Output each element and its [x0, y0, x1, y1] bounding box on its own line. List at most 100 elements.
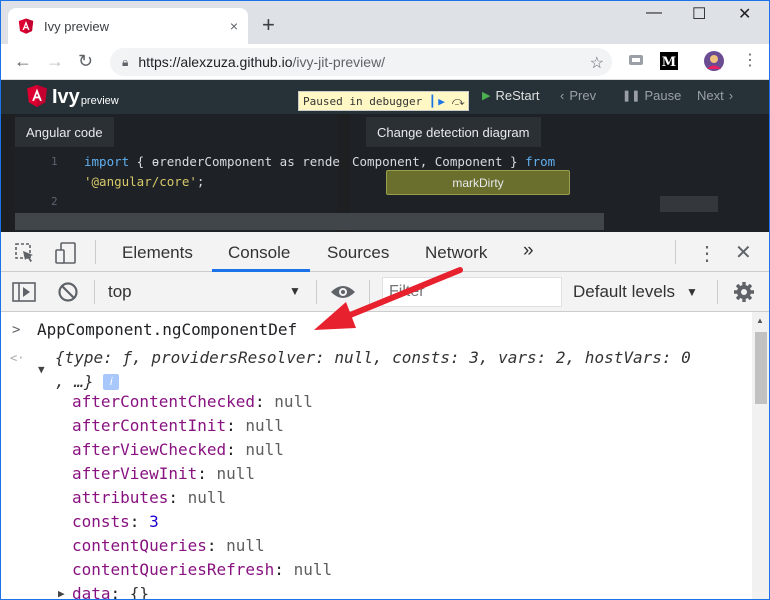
- new-tab-button[interactable]: +: [262, 14, 275, 36]
- tab-elements[interactable]: Elements: [122, 243, 193, 263]
- divider: [717, 280, 718, 304]
- object-property[interactable]: consts: 3: [72, 510, 159, 534]
- result-return-icon: <·: [10, 351, 25, 365]
- live-expression-eye-icon[interactable]: [330, 284, 356, 300]
- object-property[interactable]: data: {}: [72, 582, 149, 600]
- diagram-scrollbar[interactable]: [660, 196, 718, 212]
- clear-console-icon[interactable]: [57, 281, 79, 303]
- pause-button[interactable]: ❚❚ Pause: [622, 88, 681, 103]
- bookmark-star-icon[interactable]: ☆: [590, 53, 604, 73]
- app-header: Ivy preview Paused in debugger ▎▶ ⤼ ▶ Re…: [0, 80, 770, 114]
- divider: [94, 280, 95, 304]
- code-line-1-wrap: '@angular/core';: [84, 174, 205, 189]
- divider: [675, 240, 676, 264]
- change-detection-title: Change detection diagram: [377, 124, 530, 140]
- object-property[interactable]: contentQueriesRefresh: null: [72, 558, 332, 582]
- object-property[interactable]: afterContentChecked: null: [72, 390, 313, 414]
- line-number: 1: [51, 155, 58, 168]
- line-number: 2: [51, 195, 58, 208]
- back-arrow-icon[interactable]: ←: [14, 52, 32, 70]
- divider: [369, 280, 370, 304]
- play-icon: ▶: [482, 90, 491, 102]
- change-detection-tab[interactable]: Change detection diagram: [366, 117, 541, 147]
- profile-avatar[interactable]: [704, 51, 724, 71]
- context-selector[interactable]: top: [108, 282, 132, 302]
- tab-console[interactable]: Console: [228, 243, 290, 263]
- browser-toolbar: ← → ↻ 🔒︎ https://alexzuza.github.io/ivy-…: [0, 44, 770, 80]
- prev-label: Prev: [569, 88, 597, 103]
- console-output[interactable]: > AppComponent.ngComponentDef <· ▼ {type…: [0, 312, 752, 600]
- chrome-menu-icon[interactable]: ⋮: [742, 52, 758, 70]
- pause-label: Pause: [644, 88, 682, 103]
- logo-text: Ivy: [52, 86, 80, 108]
- code-line-1-continued: Component, Component } from: [352, 154, 556, 169]
- console-settings-gear-icon[interactable]: [733, 281, 755, 303]
- cast-icon[interactable]: [628, 54, 644, 68]
- info-badge-icon[interactable]: i: [103, 374, 120, 390]
- reload-icon[interactable]: ↻: [78, 52, 93, 70]
- next-button[interactable]: Next ›: [697, 88, 733, 103]
- scroll-up-arrow-icon[interactable]: ▲: [756, 316, 764, 325]
- object-property[interactable]: afterViewInit: null: [72, 462, 255, 486]
- divider: [316, 280, 317, 304]
- pause-icon: ❚❚: [622, 90, 641, 102]
- tab-network[interactable]: Network: [425, 243, 487, 263]
- browser-tab-strip: Ivy preview × + — ☐ ✕: [0, 0, 770, 44]
- inspect-element-icon[interactable]: [14, 242, 36, 264]
- maximize-icon[interactable]: ☐: [692, 4, 706, 24]
- devtools-menu-icon[interactable]: ⋮: [697, 241, 717, 266]
- angular-code-tab[interactable]: Angular code: [15, 117, 114, 147]
- chevron-left-icon: ‹: [560, 88, 565, 103]
- chevron-right-icon: ›: [728, 88, 734, 103]
- context-dropdown-icon[interactable]: ▼: [289, 284, 301, 298]
- tab-title: Ivy preview: [44, 18, 110, 34]
- resume-icon[interactable]: ▎▶: [428, 92, 448, 110]
- ivy-logo: Ivy preview: [26, 84, 119, 108]
- expand-triangle-icon[interactable]: ▼: [38, 358, 45, 382]
- prev-button[interactable]: ‹ Prev: [560, 88, 596, 103]
- address-bar[interactable]: 🔒︎ https://alexzuza.github.io/ivy-jit-pr…: [110, 48, 612, 76]
- divider: [95, 240, 96, 264]
- angular-code-title: Angular code: [26, 124, 103, 140]
- devtools-tabbar: Elements Console Sources Network » ⋮ ✕: [0, 232, 770, 272]
- svg-text:M: M: [662, 55, 676, 70]
- browser-tab[interactable]: Ivy preview ×: [8, 8, 248, 44]
- close-window-icon[interactable]: ✕: [738, 4, 751, 24]
- object-property[interactable]: attributes: null: [72, 486, 226, 510]
- angular-logo-icon: [27, 85, 47, 107]
- url-text: https://alexzuza.github.io/ivy-jit-previ…: [138, 54, 386, 70]
- logo-subtext: preview: [80, 95, 119, 107]
- console-input-line[interactable]: AppComponent.ngComponentDef: [37, 318, 297, 342]
- step-over-icon[interactable]: ⤼: [448, 92, 468, 110]
- console-toolbar: top ▼ Default levels ▼: [0, 272, 770, 312]
- lock-icon: 🔒︎: [122, 54, 129, 69]
- diagram-node-markdirty[interactable]: markDirty: [386, 170, 570, 195]
- console-filter-input[interactable]: [382, 277, 562, 307]
- medium-extension-icon[interactable]: M: [660, 52, 678, 70]
- restart-label: ReStart: [495, 88, 540, 103]
- show-sidebar-icon[interactable]: [12, 282, 36, 302]
- more-tabs-icon[interactable]: »: [523, 240, 534, 262]
- forward-arrow-icon[interactable]: →: [46, 52, 64, 70]
- code-line-1: import { ɵrenderComponent as rende: [84, 154, 340, 169]
- input-prompt-icon: >: [12, 322, 21, 338]
- tab-sources[interactable]: Sources: [327, 243, 389, 263]
- log-levels-dropdown[interactable]: Default levels: [573, 282, 675, 302]
- horizontal-scrollbar[interactable]: [15, 213, 604, 230]
- console-vertical-scrollbar[interactable]: ▲: [752, 312, 770, 600]
- ivy-preview-app: Ivy preview Paused in debugger ▎▶ ⤼ ▶ Re…: [0, 80, 770, 232]
- object-property[interactable]: afterViewChecked: null: [72, 438, 284, 462]
- minimize-icon[interactable]: —: [646, 4, 662, 22]
- object-property[interactable]: contentQueries: null: [72, 534, 265, 558]
- restart-button[interactable]: ▶ ReStart: [482, 88, 540, 103]
- tab-close-icon[interactable]: ×: [230, 18, 238, 34]
- angular-favicon-icon: [18, 18, 34, 34]
- next-label: Next: [697, 88, 724, 103]
- levels-dropdown-icon[interactable]: ▼: [686, 285, 698, 299]
- collapse-triangle-icon[interactable]: ▶: [58, 582, 65, 600]
- scrollbar-thumb[interactable]: [755, 332, 767, 404]
- close-devtools-icon[interactable]: ✕: [735, 240, 752, 265]
- object-summary[interactable]: {type: ƒ, providersResolver: null, const…: [55, 346, 691, 370]
- object-property[interactable]: afterContentInit: null: [72, 414, 284, 438]
- device-toolbar-icon[interactable]: [54, 241, 78, 265]
